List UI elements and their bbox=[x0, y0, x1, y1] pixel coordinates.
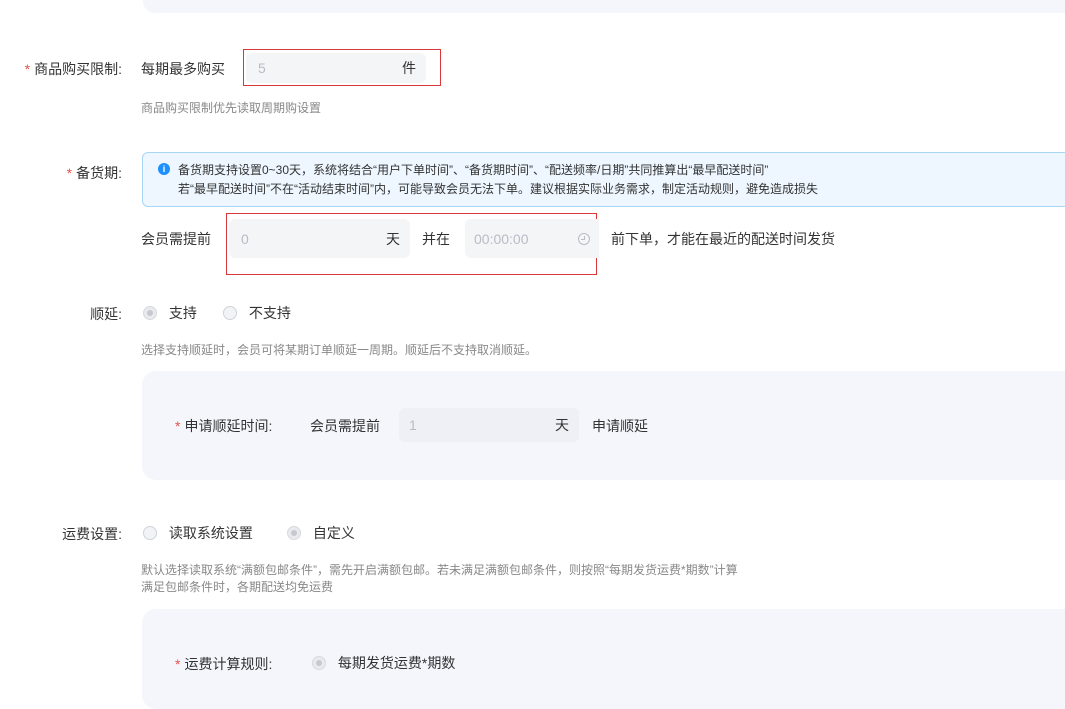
required-mark: * bbox=[175, 418, 181, 434]
clock-icon bbox=[578, 232, 590, 245]
stock-time-picker[interactable]: 00:00:00 bbox=[465, 219, 599, 258]
stock-period-info-line2: 若“最早配送时间”不在“活动结束时间”内，可能导致会员无法下单。建议根据实际业务… bbox=[178, 182, 818, 196]
shipping-rule-panel bbox=[142, 609, 1065, 709]
shipping-option-custom[interactable]: 自定义 bbox=[287, 525, 355, 545]
radio-icon[interactable] bbox=[143, 306, 157, 320]
postpone-hint: 选择支持顺延时，会员可将某期订单顺延一周期。顺延后不支持取消顺延。 bbox=[141, 343, 538, 357]
stock-days-input[interactable]: 0 天 bbox=[229, 219, 410, 258]
required-mark: * bbox=[175, 656, 181, 672]
postpone-days-unit: 天 bbox=[555, 417, 569, 433]
purchase-limit-unit: 件 bbox=[402, 60, 416, 76]
postpone-days-value: 1 bbox=[409, 417, 417, 433]
purchase-limit-value: 5 bbox=[258, 60, 266, 76]
radio-icon[interactable] bbox=[223, 306, 237, 320]
shipping-hint-line2: 满足包邮条件时，各期配送均免运费 bbox=[141, 580, 334, 594]
postpone-option-not-support[interactable]: 不支持 bbox=[223, 305, 291, 325]
info-icon: i bbox=[158, 163, 170, 175]
postpone-apply-label: * 申请顺延时间: bbox=[175, 418, 273, 434]
previous-section-panel bbox=[143, 0, 1065, 13]
stock-period-suffix: 前下单，才能在最近的配送时间发货 bbox=[611, 231, 835, 247]
stock-time-value: 00:00:00 bbox=[474, 230, 529, 247]
postpone-label: 顺延: bbox=[90, 306, 122, 322]
stock-period-info-box: i 备货期支持设置0~30天，系统将结合“用户下单时间”、“备货期时间”、“配送… bbox=[142, 152, 1065, 207]
shipping-label: 运费设置: bbox=[62, 526, 122, 542]
postpone-apply-suffix: 申请顺延 bbox=[592, 418, 648, 434]
stock-period-label: * 备货期: bbox=[66, 165, 122, 181]
shipping-rule-label: * 运费计算规则: bbox=[175, 656, 273, 672]
postpone-option-support[interactable]: 支持 bbox=[143, 305, 197, 325]
postpone-apply-prefix: 会员需提前 bbox=[310, 418, 380, 434]
required-mark: * bbox=[66, 165, 73, 181]
stock-period-prefix: 会员需提前 bbox=[141, 231, 211, 247]
radio-icon[interactable] bbox=[312, 656, 326, 670]
required-mark: * bbox=[24, 61, 31, 77]
shipping-hint-line1: 默认选择读取系统“满额包邮条件”，需先开启满额包邮。若未满足满额包邮条件，则按照… bbox=[141, 563, 738, 577]
purchase-limit-prefix: 每期最多购买 bbox=[141, 61, 225, 77]
stock-period-info-line1: 备货期支持设置0~30天，系统将结合“用户下单时间”、“备货期时间”、“配送频率… bbox=[178, 163, 769, 177]
stock-days-unit: 天 bbox=[386, 230, 400, 247]
shipping-option-system[interactable]: 读取系统设置 bbox=[143, 525, 253, 545]
shipping-rule-option[interactable]: 每期发货运费*期数 bbox=[312, 655, 455, 675]
postpone-days-input[interactable]: 1 天 bbox=[399, 408, 579, 442]
stock-period-middle: 并在 bbox=[422, 231, 450, 247]
purchase-limit-input[interactable]: 5 件 bbox=[246, 53, 426, 83]
radio-icon[interactable] bbox=[287, 526, 301, 540]
stock-days-value: 0 bbox=[241, 230, 249, 247]
radio-icon[interactable] bbox=[143, 526, 157, 540]
purchase-limit-hint: 商品购买限制优先读取周期购设置 bbox=[141, 101, 322, 115]
purchase-limit-label: * 商品购买限制: bbox=[24, 61, 122, 77]
